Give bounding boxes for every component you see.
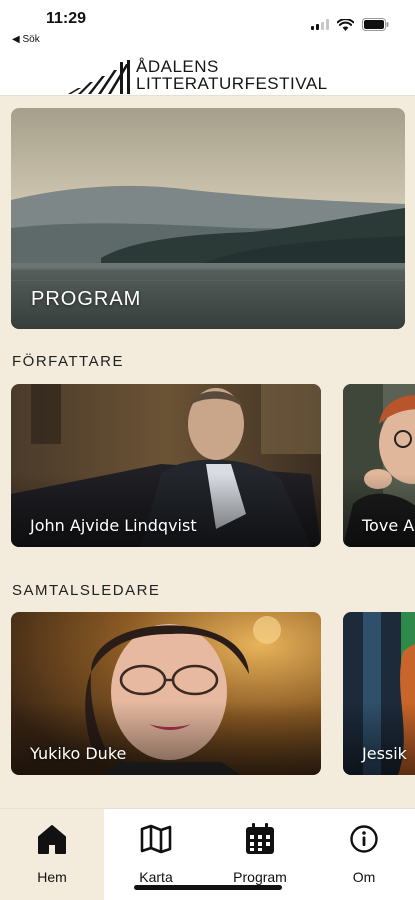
info-icon [350,825,378,853]
festival-logo-text: ÅDALENS LITTERATURFESTIVAL [136,58,328,92]
tab-map-label: Karta [139,869,173,885]
home-icon [38,825,66,854]
wifi-icon [337,18,354,31]
moderators-section-title: SAMTALSLEDARE [12,582,161,599]
back-to-search-link[interactable]: ◀ Sök [12,34,40,45]
program-card[interactable]: PROGRAM [11,108,405,329]
tab-home[interactable]: Hem [0,809,104,900]
festival-logo-icon [68,60,130,94]
moderator-name: Yukiko Duke [30,744,127,763]
author-card[interactable]: John Ajvide Lindqvist [11,384,321,547]
moderators-carousel[interactable]: Yukiko Duke Jessik [11,612,415,775]
tab-about-label: Om [352,869,376,885]
home-indicator[interactable] [134,885,282,890]
authors-carousel[interactable]: John Ajvide Lindqvist Tove A [11,384,415,547]
program-card-label: PROGRAM [31,288,142,310]
logo-line-1: ÅDALENS [136,57,219,76]
cellular-signal-icon [311,19,329,30]
author-name: Tove A [362,516,415,535]
tab-program-label: Program [233,869,287,885]
status-icons [311,18,389,31]
status-time: 11:29 [46,10,87,27]
app-header: ÅDALENS LITTERATURFESTIVAL [0,52,415,96]
status-bar: 11:29 ◀ Sök [0,0,415,52]
author-name: John Ajvide Lindqvist [30,516,197,535]
authors-section-title: FÖRFATTARE [12,353,124,370]
moderator-card[interactable]: Jessik [343,612,415,775]
moderator-name: Jessik [362,744,407,763]
calendar-icon [246,823,274,854]
tab-about[interactable]: Om [312,809,415,900]
tab-home-label: Hem [37,869,67,885]
map-icon [140,824,172,854]
author-card[interactable]: Tove A [343,384,415,547]
logo-line-2: LITTERATURFESTIVAL [136,74,328,93]
battery-icon [362,18,389,31]
moderator-card[interactable]: Yukiko Duke [11,612,321,775]
